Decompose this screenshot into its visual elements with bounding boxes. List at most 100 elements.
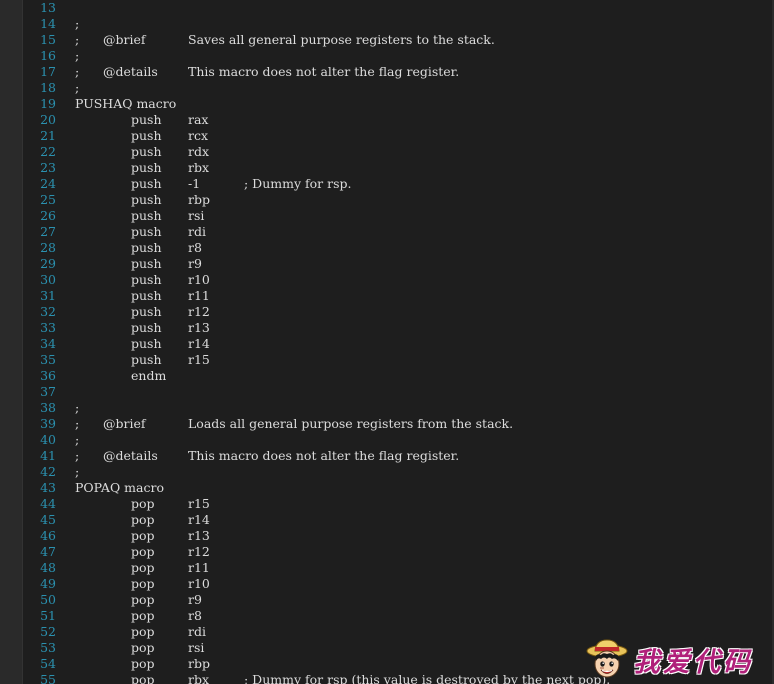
code-line[interactable]: 26 push rsi xyxy=(0,208,774,224)
macro-declaration: PUSHAQ macro xyxy=(75,96,177,111)
instruction-operand: rsi xyxy=(188,640,205,655)
code-line[interactable]: 48 pop r11 xyxy=(0,560,774,576)
instruction-operand: rdx xyxy=(188,144,210,159)
line-number: 15 xyxy=(40,32,56,47)
line-number: 47 xyxy=(40,544,56,559)
instruction-operand: r13 xyxy=(188,320,210,335)
instruction-operand: r10 xyxy=(188,576,210,591)
code-line[interactable]: 33 push r13 xyxy=(0,320,774,336)
code-line[interactable]: 29 push r9 xyxy=(0,256,774,272)
code-line[interactable]: 39; @brief Loads all general purpose regis… xyxy=(0,416,774,432)
line-number: 53 xyxy=(40,640,56,655)
code-line[interactable]: 36 endm xyxy=(0,368,774,384)
doc-tag: @brief xyxy=(103,416,146,431)
code-line[interactable]: 42; xyxy=(0,464,774,480)
doc-tag: @brief xyxy=(103,32,146,47)
instruction-operand: r8 xyxy=(188,240,202,255)
code-line[interactable]: 16; xyxy=(0,48,774,64)
code-line[interactable]: 38; xyxy=(0,400,774,416)
instruction-operand: r11 xyxy=(188,560,210,575)
code-line[interactable]: 13 xyxy=(0,0,774,16)
line-number: 37 xyxy=(40,384,56,399)
instruction-mnemonic: push xyxy=(131,240,162,255)
code-line[interactable]: 40; xyxy=(0,432,774,448)
code-line[interactable]: 19 PUSHAQ macro xyxy=(0,96,774,112)
code-line[interactable]: 28 push r8 xyxy=(0,240,774,256)
code-line[interactable]: 47 pop r12 xyxy=(0,544,774,560)
line-number: 41 xyxy=(40,448,56,463)
instruction-operand: rax xyxy=(188,112,209,127)
code-line[interactable]: 46 pop r13 xyxy=(0,528,774,544)
line-number: 55 xyxy=(40,672,56,684)
instruction-operand: r9 xyxy=(188,256,202,271)
code-editor[interactable]: 13 14; 15; @brief Saves all general purpose … xyxy=(0,0,774,684)
line-number: 51 xyxy=(40,608,56,623)
line-number: 17 xyxy=(40,64,56,79)
comment-marker: ; xyxy=(75,64,80,79)
instruction-operand: rdi xyxy=(188,224,206,239)
code-line[interactable]: 41; @details This macro does not alter the… xyxy=(0,448,774,464)
instruction-operand: r14 xyxy=(188,336,210,351)
instruction-operand: -1 xyxy=(188,176,201,191)
comment-marker: ; xyxy=(75,48,80,63)
comment-marker: ; xyxy=(75,416,80,431)
line-number: 29 xyxy=(40,256,56,271)
doc-description: This macro does not alter the flag regis… xyxy=(188,64,460,79)
code-line[interactable]: 45 pop r14 xyxy=(0,512,774,528)
line-number: 19 xyxy=(40,96,56,111)
code-line[interactable]: 21 push rcx xyxy=(0,128,774,144)
code-line[interactable]: 37 xyxy=(0,384,774,400)
line-number: 27 xyxy=(40,224,56,239)
line-number: 21 xyxy=(40,128,56,143)
instruction-operand: r10 xyxy=(188,272,210,287)
code-line[interactable]: 32 push r12 xyxy=(0,304,774,320)
code-line[interactable]: 23 push rbx xyxy=(0,160,774,176)
code-line[interactable]: 22 push rdx xyxy=(0,144,774,160)
code-line[interactable]: 24 push -1 ; Dummy for rsp. xyxy=(0,176,774,192)
line-number: 42 xyxy=(40,464,56,479)
code-line[interactable]: 15; @brief Saves all general purpose regis… xyxy=(0,32,774,48)
code-line[interactable]: 35 push r15 xyxy=(0,352,774,368)
line-number: 39 xyxy=(40,416,56,431)
code-line[interactable]: 50 pop r9 xyxy=(0,592,774,608)
line-number: 22 xyxy=(40,144,56,159)
code-line[interactable]: 49 pop r10 xyxy=(0,576,774,592)
line-number: 31 xyxy=(40,288,56,303)
code-line[interactable]: 14; xyxy=(0,16,774,32)
instruction-mnemonic: push xyxy=(131,112,162,127)
code-line[interactable]: 31 push r11 xyxy=(0,288,774,304)
code-line[interactable]: 25 push rbp xyxy=(0,192,774,208)
instruction-mnemonic: pop xyxy=(131,672,155,684)
code-line[interactable]: 18; xyxy=(0,80,774,96)
line-number: 33 xyxy=(40,320,56,335)
instruction-operand: r13 xyxy=(188,528,210,543)
instruction-mnemonic: push xyxy=(131,304,162,319)
doc-description: Loads all general purpose registers from… xyxy=(188,416,514,431)
instruction-mnemonic: pop xyxy=(131,560,155,575)
code-line[interactable]: 34 push r14 xyxy=(0,336,774,352)
instruction-mnemonic: push xyxy=(131,352,162,367)
instruction-operand: r12 xyxy=(188,304,210,319)
line-number: 48 xyxy=(40,560,56,575)
code-line[interactable]: 27 push rdi xyxy=(0,224,774,240)
instruction-mnemonic: pop xyxy=(131,656,155,671)
instruction-mnemonic: endm xyxy=(131,368,167,383)
code-line[interactable]: 51 pop r8 xyxy=(0,608,774,624)
instruction-operand: r15 xyxy=(188,352,210,367)
code-line[interactable]: 30 push r10 xyxy=(0,272,774,288)
line-number: 44 xyxy=(40,496,56,511)
comment-marker: ; xyxy=(75,464,80,479)
line-number: 35 xyxy=(40,352,56,367)
instruction-operand: rbx xyxy=(188,672,210,684)
line-number: 18 xyxy=(40,80,56,95)
code-line[interactable]: 20 push rax xyxy=(0,112,774,128)
line-number: 46 xyxy=(40,528,56,543)
code-line[interactable]: 43 POPAQ macro xyxy=(0,480,774,496)
instruction-mnemonic: push xyxy=(131,224,162,239)
watermark: 我爱代码 xyxy=(585,636,753,682)
instruction-mnemonic: push xyxy=(131,256,162,271)
line-number: 36 xyxy=(40,368,56,383)
code-line[interactable]: 44 pop r15 xyxy=(0,496,774,512)
code-line[interactable]: 17; @details This macro does not alter the… xyxy=(0,64,774,80)
line-number: 26 xyxy=(40,208,56,223)
